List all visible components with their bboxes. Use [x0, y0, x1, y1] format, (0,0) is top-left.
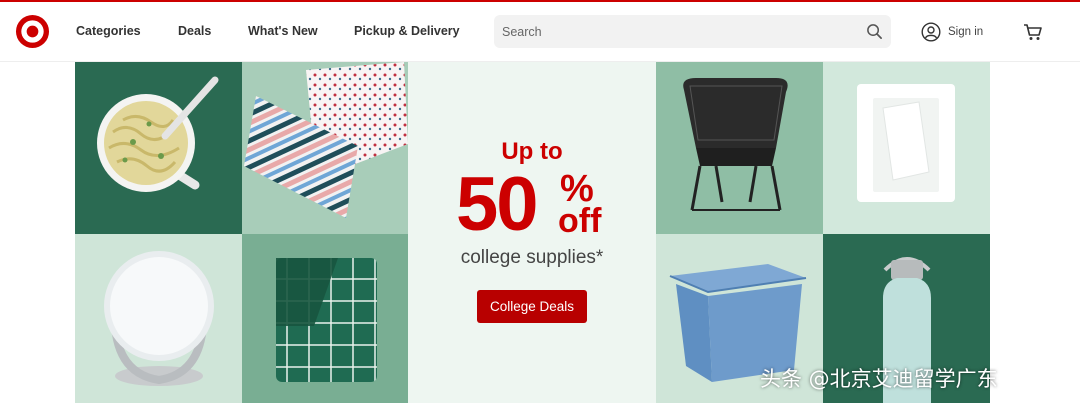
- tile-green-plaid-bedding[interactable]: [242, 234, 408, 403]
- sign-in-button[interactable]: Sign in: [921, 21, 983, 43]
- nav-categories[interactable]: Categories: [76, 24, 141, 38]
- cart-icon[interactable]: [1022, 21, 1044, 43]
- discount-off: off: [558, 202, 602, 240]
- white-sheet-set-image: [857, 84, 955, 202]
- tile-black-lounge-chair[interactable]: [656, 62, 823, 234]
- discount-number: 50: [456, 162, 539, 247]
- tile-noodle-bowl[interactable]: [75, 62, 242, 234]
- noodle-bowl-image: [97, 76, 219, 192]
- tile-striped-pillows[interactable]: [242, 62, 408, 234]
- search-bar: [494, 15, 891, 48]
- nav-deals[interactable]: Deals: [178, 24, 211, 38]
- vanity-mirror-image: [104, 251, 214, 386]
- tile-white-sheet-set[interactable]: [823, 62, 990, 234]
- tile-vanity-mirror[interactable]: [75, 234, 242, 403]
- target-logo-icon[interactable]: [15, 14, 50, 49]
- promo-subhead: college supplies*: [460, 247, 604, 268]
- search-input[interactable]: [494, 15, 854, 48]
- sign-in-label: Sign in: [948, 26, 984, 38]
- striped-pillows-image: [244, 62, 408, 218]
- site-header: Categories Deals What's New Pickup & Del…: [0, 2, 1080, 62]
- black-lounge-chair-image: [683, 78, 788, 211]
- green-plaid-bedding-image: [276, 258, 377, 382]
- hero-banner[interactable]: Up to 50 % off college supplies* College…: [75, 62, 990, 403]
- watermark-text: 头条 @北京艾迪留学广东: [760, 367, 998, 391]
- nav-pickup-delivery[interactable]: Pickup & Delivery: [354, 24, 460, 38]
- promo-panel: Up to 50 % off college supplies* College…: [408, 62, 656, 403]
- college-deals-button[interactable]: College Deals: [477, 290, 587, 323]
- account-icon: [921, 22, 941, 42]
- search-icon[interactable]: [866, 23, 883, 40]
- nav-whats-new[interactable]: What's New: [248, 24, 318, 38]
